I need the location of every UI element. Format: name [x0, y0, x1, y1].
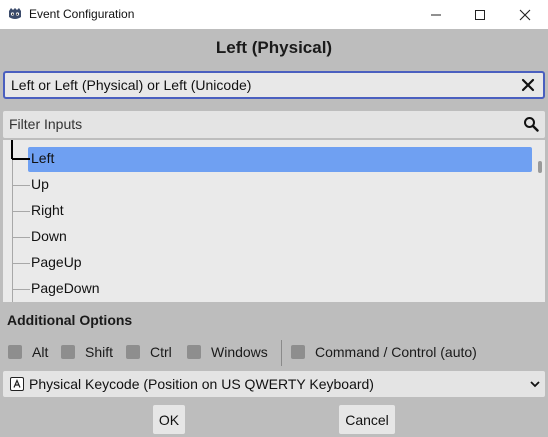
additional-options-title: Additional Options: [7, 312, 133, 328]
tree-branch-line: [12, 237, 30, 238]
input-tree-list[interactable]: Left Up Right Down PageUp PageDown: [3, 140, 545, 302]
list-item[interactable]: Up: [12, 172, 532, 198]
close-icon: [519, 9, 531, 20]
tree-branch-line: [12, 263, 30, 264]
list-item-label: Down: [31, 228, 67, 244]
list-item-label: Up: [31, 176, 49, 192]
checkbox-label: Shift: [85, 344, 114, 360]
checkbox-box[interactable]: [61, 345, 75, 359]
checkbox-label: Alt: [32, 344, 49, 360]
selection-highlight: [28, 147, 532, 172]
checkbox-box[interactable]: [8, 345, 22, 359]
filter-placeholder: Filter Inputs: [9, 116, 83, 132]
list-item[interactable]: Down: [12, 224, 532, 250]
list-item-label: PageDown: [31, 280, 100, 296]
list-item[interactable]: PageUp: [12, 250, 532, 276]
close-icon[interactable]: [519, 76, 537, 94]
checkbox-box[interactable]: [187, 345, 201, 359]
minimize-icon: [431, 14, 441, 15]
checkbox-box[interactable]: [291, 345, 305, 359]
close-window-button[interactable]: [502, 0, 548, 29]
keycode-mode-value: Physical Keycode (Position on US QWERTY …: [29, 376, 374, 392]
list-item[interactable]: PageDown: [12, 276, 532, 302]
options-divider: [281, 340, 282, 366]
windows-checkbox[interactable]: Windows: [187, 344, 268, 360]
list-item[interactable]: Right: [12, 198, 532, 224]
event-listener-field[interactable]: Left or Left (Physical) or Left (Unicode…: [3, 71, 545, 99]
alt-checkbox[interactable]: Alt: [8, 344, 48, 360]
event-title: Left (Physical): [215, 38, 333, 57]
ok-button[interactable]: OK: [153, 405, 185, 434]
chevron-down-icon: [530, 381, 540, 388]
checkbox-label: Command / Control (auto): [315, 344, 477, 360]
cancel-button[interactable]: Cancel: [339, 405, 395, 434]
maximize-button[interactable]: [457, 0, 503, 29]
title-bar: Event Configuration: [0, 0, 548, 29]
maximize-icon: [475, 9, 485, 20]
list-item-label: Left: [31, 150, 55, 166]
command-control-checkbox[interactable]: Command / Control (auto): [291, 344, 477, 360]
tree-branch-line: [12, 211, 30, 212]
tree-branch-line: [12, 185, 30, 186]
keyboard-icon: [10, 377, 24, 391]
godot-app-icon: [9, 8, 21, 19]
shift-checkbox[interactable]: Shift: [61, 344, 113, 360]
tree-branch-line: [12, 158, 30, 160]
search-icon: [524, 117, 539, 132]
filter-inputs-field[interactable]: Filter Inputs: [3, 111, 545, 138]
scrollbar-thumb[interactable]: [538, 161, 542, 173]
checkbox-label: Windows: [211, 344, 268, 360]
ctrl-checkbox[interactable]: Ctrl: [126, 344, 172, 360]
checkbox-box[interactable]: [126, 345, 140, 359]
list-item[interactable]: Left: [12, 146, 532, 172]
event-value: Left or Left (Physical) or Left (Unicode…: [11, 77, 252, 93]
checkbox-label: Ctrl: [150, 344, 172, 360]
window-title: Event Configuration: [29, 7, 135, 21]
list-item-label: PageUp: [31, 254, 82, 270]
minimize-button[interactable]: [413, 0, 459, 29]
tree-branch-line: [12, 289, 30, 290]
keycode-mode-dropdown[interactable]: Physical Keycode (Position on US QWERTY …: [3, 371, 545, 397]
list-item-label: Right: [31, 202, 64, 218]
